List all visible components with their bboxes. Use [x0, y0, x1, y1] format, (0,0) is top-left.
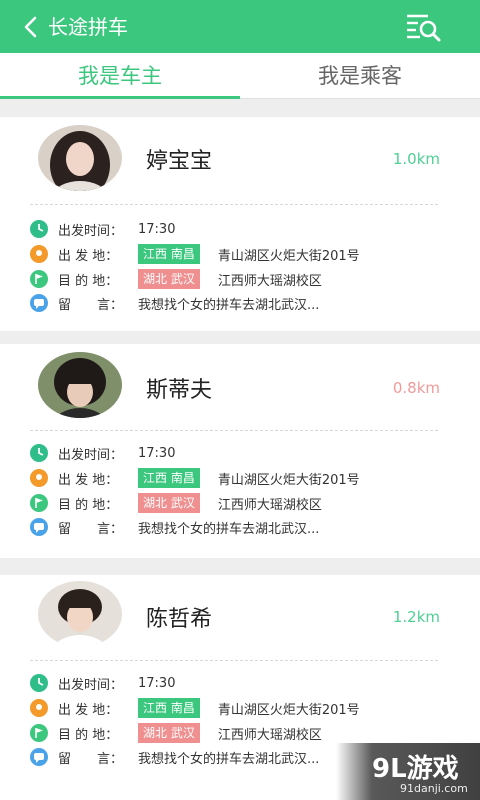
location-pin-icon [30, 469, 48, 487]
destination-city-tag: 湖北 武汉 [138, 269, 200, 289]
depart-time-row: 出发时间： 17:30 [30, 218, 175, 240]
origin-row: 出 发 地： 江西 南昌 青山湖区火炬大街201号 [30, 697, 360, 719]
depart-time-label: 出发时间： [58, 447, 124, 463]
origin-row: 出 发 地： 江西 南昌 青山湖区火炬大街201号 [30, 467, 360, 489]
message-row: 留 言： 我想找个女的拼车去湖北武汉... [30, 746, 319, 768]
chat-bubble-icon [30, 294, 48, 312]
destination-row: 目 的 地： 湖北 武汉 江西师大瑶湖校区 [30, 492, 322, 514]
depart-time-row: 出发时间： 17:30 [30, 442, 175, 464]
distance: 0.8km [392, 379, 440, 397]
clock-icon [30, 220, 48, 238]
destination-city-tag: 湖北 武汉 [138, 493, 200, 513]
message-row: 留 言： 我想找个女的拼车去湖北武汉... [30, 292, 319, 314]
origin-label: 出 发 地： [58, 472, 119, 488]
driver-name: 婷宝宝 [146, 149, 213, 174]
divider [30, 660, 438, 661]
search-button[interactable] [404, 11, 444, 43]
message-row: 留 言： 我想找个女的拼车去湖北武汉... [30, 516, 319, 538]
message-text: 我想找个女的拼车去湖北武汉... [138, 297, 320, 313]
origin-label: 出 发 地： [58, 248, 119, 264]
message-label: 留 言： [58, 751, 124, 767]
tab-passenger[interactable]: 我是乘客 [240, 53, 480, 99]
listing-card[interactable]: 斯蒂夫 0.8km 出发时间： 17:30 出 发 地： 江西 南昌 青山湖区火… [0, 344, 480, 558]
origin-address: 青山湖区火炬大街201号 [217, 472, 360, 488]
depart-time-value: 17:30 [138, 675, 176, 691]
destination-address: 江西师大瑶湖校区 [217, 497, 322, 513]
origin-city-tag: 江西 南昌 [138, 698, 200, 718]
destination-address: 江西师大瑶湖校区 [217, 727, 322, 743]
avatar [38, 125, 122, 191]
distance: 1.0km [392, 150, 440, 168]
message-label: 留 言： [58, 297, 124, 313]
depart-time-label: 出发时间： [58, 223, 124, 239]
chat-bubble-icon [30, 748, 48, 766]
origin-row: 出 发 地： 江西 南昌 青山湖区火炬大街201号 [30, 243, 360, 265]
depart-time-row: 出发时间： 17:30 [30, 672, 175, 694]
depart-time-value: 17:30 [138, 445, 176, 461]
chevron-left-icon [24, 16, 37, 38]
watermark-url: 91danji.com [400, 782, 468, 795]
divider [30, 430, 438, 431]
depart-time-label: 出发时间： [58, 677, 124, 693]
destination-label: 目 的 地： [58, 273, 119, 289]
clock-icon [30, 444, 48, 462]
message-label: 留 言： [58, 521, 124, 537]
origin-city-tag: 江西 南昌 [138, 468, 200, 488]
flag-icon [30, 270, 48, 288]
origin-address: 青山湖区火炬大街201号 [217, 248, 360, 264]
watermark-logo: 9L游戏 [372, 754, 459, 784]
avatar [38, 352, 122, 418]
app-header: 长途拼车 [0, 0, 480, 53]
destination-city-tag: 湖北 武汉 [138, 723, 200, 743]
destination-address: 江西师大瑶湖校区 [217, 273, 322, 289]
back-button[interactable] [20, 12, 42, 42]
listing-card[interactable]: 婷宝宝 1.0km 出发时间： 17:30 出 发 地： 江西 南昌 青山湖区火… [0, 117, 480, 331]
role-tabs: 我是车主 我是乘客 [0, 53, 480, 99]
destination-label: 目 的 地： [58, 497, 119, 513]
destination-row: 目 的 地： 湖北 武汉 江西师大瑶湖校区 [30, 268, 322, 290]
active-tab-indicator [0, 96, 240, 99]
origin-label: 出 发 地： [58, 702, 119, 718]
depart-time-value: 17:30 [138, 221, 176, 237]
tab-driver[interactable]: 我是车主 [0, 53, 240, 99]
avatar [38, 581, 122, 647]
destination-label: 目 的 地： [58, 727, 119, 743]
message-text: 我想找个女的拼车去湖北武汉... [138, 521, 320, 537]
chat-bubble-icon [30, 518, 48, 536]
flag-icon [30, 724, 48, 742]
flag-icon [30, 494, 48, 512]
location-pin-icon [30, 699, 48, 717]
driver-name: 陈哲希 [146, 607, 213, 632]
message-text: 我想找个女的拼车去湖北武汉... [138, 751, 320, 767]
distance: 1.2km [392, 608, 440, 626]
clock-icon [30, 674, 48, 692]
search-list-icon [407, 14, 441, 42]
page-title: 长途拼车 [48, 15, 128, 39]
divider [30, 204, 438, 205]
origin-city-tag: 江西 南昌 [138, 244, 200, 264]
destination-row: 目 的 地： 湖北 武汉 江西师大瑶湖校区 [30, 722, 322, 744]
location-pin-icon [30, 245, 48, 263]
origin-address: 青山湖区火炬大街201号 [217, 702, 360, 718]
driver-name: 斯蒂夫 [146, 378, 213, 403]
